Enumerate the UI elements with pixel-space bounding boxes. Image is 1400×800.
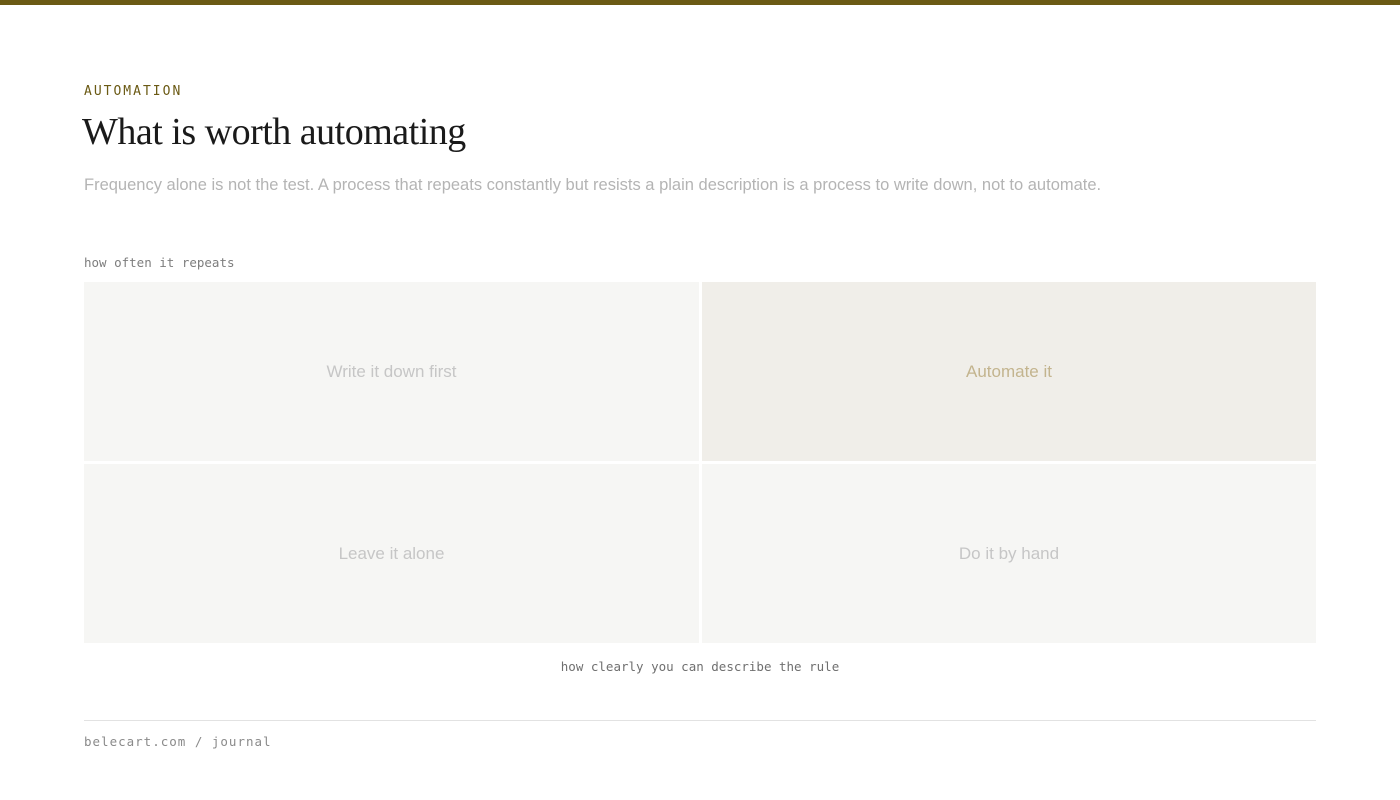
footer-source: belecart.com / journal — [84, 734, 272, 749]
top-accent-bar — [0, 0, 1400, 5]
section-eyebrow: AUTOMATION — [84, 84, 183, 99]
quadrant-label: Write it down first — [326, 361, 457, 381]
quadrant-leave-it-alone: Leave it alone — [84, 464, 699, 643]
quadrant-label: Leave it alone — [338, 543, 445, 563]
quadrant-write-it-down-first: Write it down first — [84, 282, 699, 461]
x-axis-label: how clearly you can describe the rule — [560, 659, 840, 674]
quadrant-label: Automate it — [966, 361, 1052, 381]
quadrant-automate-it: Automate it — [702, 282, 1316, 461]
quadrant-do-it-by-hand: Do it by hand — [702, 464, 1316, 643]
page-title: What is worth automating — [82, 111, 466, 153]
footer-divider — [84, 720, 1316, 721]
lede-paragraph: Frequency alone is not the test. A proce… — [84, 176, 1102, 194]
y-axis-label: how often it repeats — [84, 255, 235, 270]
quadrant-label: Do it by hand — [958, 543, 1060, 563]
